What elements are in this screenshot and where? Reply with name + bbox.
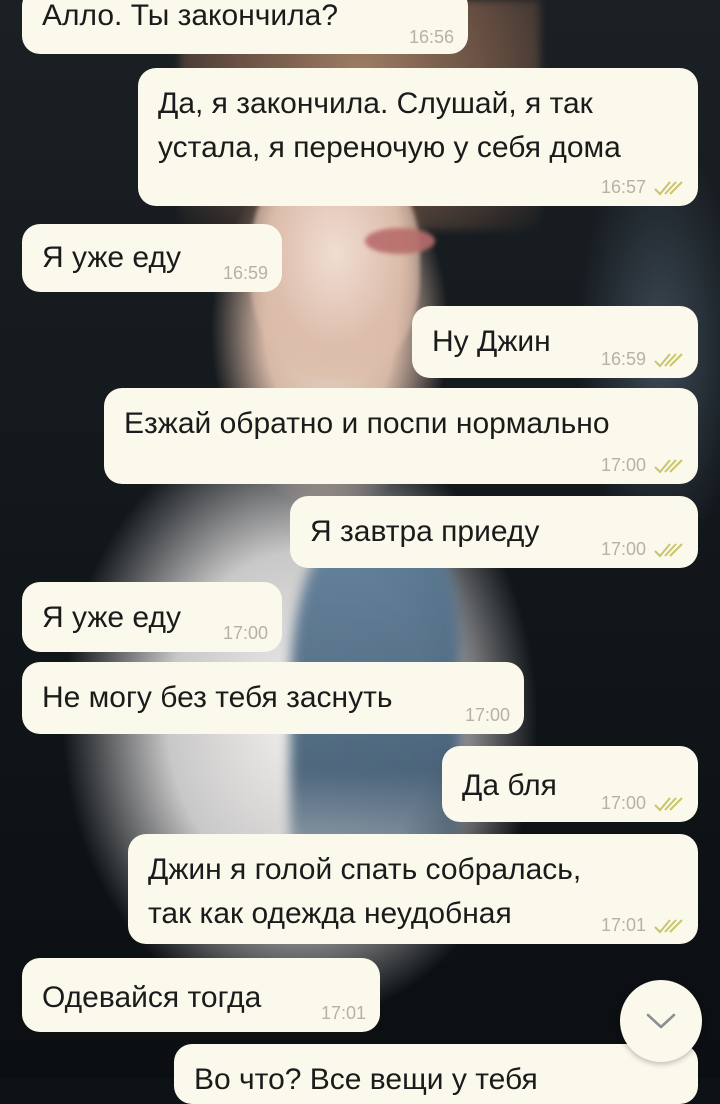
double-check-icon: [654, 918, 683, 933]
double-check-icon: [654, 542, 683, 557]
message-text: Джин я голой спать собралась, так как од…: [148, 853, 582, 930]
message-meta: 17:00: [601, 455, 684, 476]
message-time: 17:01: [600, 915, 646, 935]
message-bubble-outgoing[interactable]: Джин я голой спать собралась, так как од…: [128, 834, 698, 944]
message-time: 17:00: [600, 455, 646, 475]
message-meta: 17:01: [601, 915, 684, 936]
message-text: Езжай обратно и поспи нормально: [124, 407, 610, 440]
message-bubble-incoming[interactable]: Одевайся тогда 17:01: [22, 958, 380, 1032]
message-time: 16:57: [600, 177, 646, 197]
double-check-icon: [654, 458, 683, 473]
message-time: 17:00: [600, 793, 646, 813]
message-meta: 17:00: [601, 539, 684, 560]
message-bubble-incoming[interactable]: Я уже еду 17:00: [22, 582, 282, 652]
message-meta: 16:57: [601, 177, 684, 198]
message-bubble-outgoing[interactable]: Во что? Все вещи у тебя: [174, 1044, 698, 1104]
wallpaper-lips: [365, 228, 435, 254]
message-time: 16:56: [408, 27, 454, 47]
message-meta: 16:59: [601, 349, 684, 370]
message-meta: 17:00: [601, 793, 684, 814]
double-check-icon: [654, 180, 683, 195]
message-meta: 16:56: [409, 27, 454, 48]
double-check-icon: [654, 796, 683, 811]
message-time: 17:01: [320, 1003, 366, 1023]
message-meta: 16:59: [223, 263, 268, 284]
message-meta: 17:01: [321, 1003, 366, 1024]
message-text: Не могу без тебя заснуть: [42, 681, 393, 714]
message-bubble-incoming[interactable]: Не могу без тебя заснуть 17:00: [22, 662, 524, 734]
message-bubble-incoming[interactable]: Я уже еду 16:59: [22, 224, 282, 292]
message-bubble-outgoing[interactable]: Да, я закончила. Слушай, я так устала, я…: [138, 68, 698, 206]
message-text: Алло. Ты закончила?: [42, 0, 339, 32]
message-time: 17:00: [600, 539, 646, 559]
message-bubble-outgoing[interactable]: Я завтра приеду 17:00: [290, 496, 698, 568]
double-check-icon: [654, 352, 683, 367]
message-meta: 17:00: [223, 623, 268, 644]
message-text: Во что? Все вещи у тебя: [194, 1063, 538, 1096]
message-text: Одевайся тогда: [42, 981, 262, 1014]
scroll-to-bottom-button[interactable]: [620, 980, 702, 1062]
message-bubble-outgoing[interactable]: Езжай обратно и поспи нормально 17:00: [104, 388, 698, 484]
message-meta: 17:00: [465, 705, 510, 726]
message-time: 16:59: [600, 349, 646, 369]
message-bubble-incoming[interactable]: Алло. Ты закончила? 16:56: [22, 0, 468, 54]
message-time: 17:00: [464, 705, 510, 725]
message-text: Да, я закончила. Слушай, я так устала, я…: [158, 87, 621, 164]
message-bubble-outgoing[interactable]: Ну Джин 16:59: [412, 306, 698, 378]
message-time: 16:59: [222, 263, 268, 283]
chevron-down-icon: [646, 1013, 676, 1029]
message-bubble-outgoing[interactable]: Да бля 17:00: [442, 746, 698, 822]
message-time: 17:00: [222, 623, 268, 643]
